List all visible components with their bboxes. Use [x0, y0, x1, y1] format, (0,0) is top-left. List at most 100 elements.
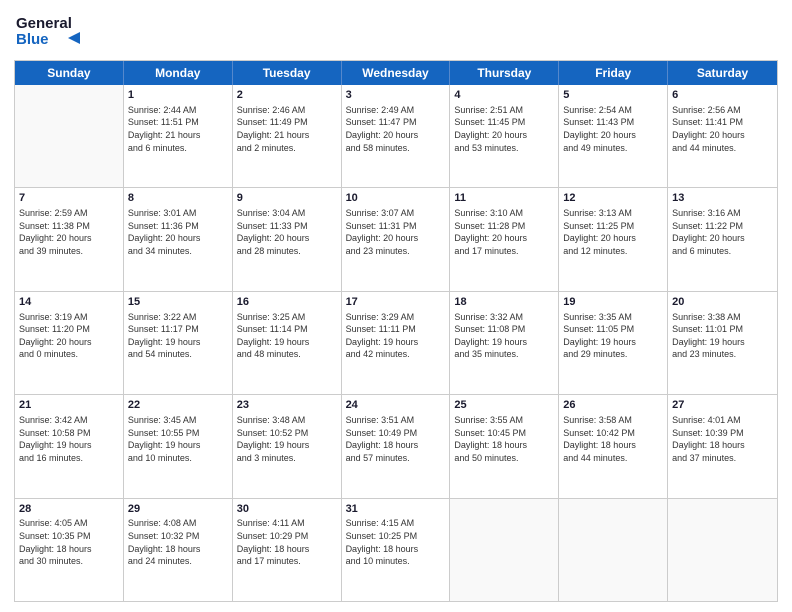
day-cell-20: 20Sunrise: 3:38 AM Sunset: 11:01 PM Dayl… [668, 292, 777, 394]
day-info: Sunrise: 3:16 AM Sunset: 11:22 PM Daylig… [672, 207, 773, 257]
day-number: 30 [237, 502, 337, 517]
day-cell-29: 29Sunrise: 4:08 AM Sunset: 10:32 PM Dayl… [124, 499, 233, 601]
day-cell-28: 28Sunrise: 4:05 AM Sunset: 10:35 PM Dayl… [15, 499, 124, 601]
day-cell-8: 8Sunrise: 3:01 AM Sunset: 11:36 PM Dayli… [124, 188, 233, 290]
day-number: 6 [672, 88, 773, 103]
day-info: Sunrise: 3:07 AM Sunset: 11:31 PM Daylig… [346, 207, 446, 257]
day-number: 7 [19, 191, 119, 206]
day-info: Sunrise: 2:54 AM Sunset: 11:43 PM Daylig… [563, 104, 663, 154]
day-number: 26 [563, 398, 663, 413]
header-day-monday: Monday [124, 61, 233, 85]
day-info: Sunrise: 3:38 AM Sunset: 11:01 PM Daylig… [672, 311, 773, 361]
day-number: 17 [346, 295, 446, 310]
day-number: 21 [19, 398, 119, 413]
empty-cell-4-4 [450, 499, 559, 601]
day-number: 14 [19, 295, 119, 310]
day-info: Sunrise: 3:48 AM Sunset: 10:52 PM Daylig… [237, 414, 337, 464]
day-info: Sunrise: 3:51 AM Sunset: 10:49 PM Daylig… [346, 414, 446, 464]
svg-text:General: General [16, 15, 72, 32]
day-cell-21: 21Sunrise: 3:42 AM Sunset: 10:58 PM Dayl… [15, 395, 124, 497]
day-number: 24 [346, 398, 446, 413]
day-cell-9: 9Sunrise: 3:04 AM Sunset: 11:33 PM Dayli… [233, 188, 342, 290]
calendar: SundayMondayTuesdayWednesdayThursdayFrid… [14, 60, 778, 602]
day-cell-27: 27Sunrise: 4:01 AM Sunset: 10:39 PM Dayl… [668, 395, 777, 497]
svg-text:Blue: Blue [16, 31, 49, 48]
day-cell-10: 10Sunrise: 3:07 AM Sunset: 11:31 PM Dayl… [342, 188, 451, 290]
day-number: 9 [237, 191, 337, 206]
calendar-body: 1Sunrise: 2:44 AM Sunset: 11:51 PM Dayli… [15, 85, 777, 601]
empty-cell-4-5 [559, 499, 668, 601]
day-info: Sunrise: 3:29 AM Sunset: 11:11 PM Daylig… [346, 311, 446, 361]
day-number: 5 [563, 88, 663, 103]
page: General Blue SundayMondayTuesdayWednesda… [0, 0, 792, 612]
day-info: Sunrise: 3:01 AM Sunset: 11:36 PM Daylig… [128, 207, 228, 257]
header-day-friday: Friday [559, 61, 668, 85]
day-cell-18: 18Sunrise: 3:32 AM Sunset: 11:08 PM Dayl… [450, 292, 559, 394]
day-info: Sunrise: 4:05 AM Sunset: 10:35 PM Daylig… [19, 517, 119, 567]
day-cell-1: 1Sunrise: 2:44 AM Sunset: 11:51 PM Dayli… [124, 85, 233, 187]
day-number: 4 [454, 88, 554, 103]
day-number: 19 [563, 295, 663, 310]
header-day-tuesday: Tuesday [233, 61, 342, 85]
day-info: Sunrise: 2:44 AM Sunset: 11:51 PM Daylig… [128, 104, 228, 154]
header-day-sunday: Sunday [15, 61, 124, 85]
day-info: Sunrise: 2:59 AM Sunset: 11:38 PM Daylig… [19, 207, 119, 257]
day-info: Sunrise: 3:42 AM Sunset: 10:58 PM Daylig… [19, 414, 119, 464]
calendar-row-0: 1Sunrise: 2:44 AM Sunset: 11:51 PM Dayli… [15, 85, 777, 188]
day-info: Sunrise: 3:25 AM Sunset: 11:14 PM Daylig… [237, 311, 337, 361]
day-info: Sunrise: 3:22 AM Sunset: 11:17 PM Daylig… [128, 311, 228, 361]
logo-svg: General Blue [14, 10, 94, 54]
day-cell-25: 25Sunrise: 3:55 AM Sunset: 10:45 PM Dayl… [450, 395, 559, 497]
day-number: 27 [672, 398, 773, 413]
day-cell-24: 24Sunrise: 3:51 AM Sunset: 10:49 PM Dayl… [342, 395, 451, 497]
day-number: 12 [563, 191, 663, 206]
calendar-row-3: 21Sunrise: 3:42 AM Sunset: 10:58 PM Dayl… [15, 395, 777, 498]
day-cell-13: 13Sunrise: 3:16 AM Sunset: 11:22 PM Dayl… [668, 188, 777, 290]
day-info: Sunrise: 4:08 AM Sunset: 10:32 PM Daylig… [128, 517, 228, 567]
day-number: 29 [128, 502, 228, 517]
day-info: Sunrise: 3:45 AM Sunset: 10:55 PM Daylig… [128, 414, 228, 464]
day-cell-7: 7Sunrise: 2:59 AM Sunset: 11:38 PM Dayli… [15, 188, 124, 290]
header: General Blue [14, 10, 778, 54]
empty-cell-0-0 [15, 85, 124, 187]
day-number: 2 [237, 88, 337, 103]
day-number: 11 [454, 191, 554, 206]
day-info: Sunrise: 3:32 AM Sunset: 11:08 PM Daylig… [454, 311, 554, 361]
calendar-row-2: 14Sunrise: 3:19 AM Sunset: 11:20 PM Dayl… [15, 292, 777, 395]
day-cell-15: 15Sunrise: 3:22 AM Sunset: 11:17 PM Dayl… [124, 292, 233, 394]
day-number: 31 [346, 502, 446, 517]
header-day-saturday: Saturday [668, 61, 777, 85]
day-info: Sunrise: 2:56 AM Sunset: 11:41 PM Daylig… [672, 104, 773, 154]
day-cell-22: 22Sunrise: 3:45 AM Sunset: 10:55 PM Dayl… [124, 395, 233, 497]
day-info: Sunrise: 2:51 AM Sunset: 11:45 PM Daylig… [454, 104, 554, 154]
day-info: Sunrise: 3:10 AM Sunset: 11:28 PM Daylig… [454, 207, 554, 257]
day-info: Sunrise: 3:13 AM Sunset: 11:25 PM Daylig… [563, 207, 663, 257]
day-info: Sunrise: 3:04 AM Sunset: 11:33 PM Daylig… [237, 207, 337, 257]
calendar-header: SundayMondayTuesdayWednesdayThursdayFrid… [15, 61, 777, 85]
day-number: 1 [128, 88, 228, 103]
day-number: 13 [672, 191, 773, 206]
calendar-row-4: 28Sunrise: 4:05 AM Sunset: 10:35 PM Dayl… [15, 499, 777, 601]
day-info: Sunrise: 3:35 AM Sunset: 11:05 PM Daylig… [563, 311, 663, 361]
day-number: 20 [672, 295, 773, 310]
day-cell-26: 26Sunrise: 3:58 AM Sunset: 10:42 PM Dayl… [559, 395, 668, 497]
day-info: Sunrise: 4:11 AM Sunset: 10:29 PM Daylig… [237, 517, 337, 567]
day-cell-2: 2Sunrise: 2:46 AM Sunset: 11:49 PM Dayli… [233, 85, 342, 187]
day-number: 10 [346, 191, 446, 206]
logo: General Blue [14, 10, 94, 54]
day-number: 16 [237, 295, 337, 310]
header-day-thursday: Thursday [450, 61, 559, 85]
day-info: Sunrise: 3:55 AM Sunset: 10:45 PM Daylig… [454, 414, 554, 464]
day-info: Sunrise: 2:46 AM Sunset: 11:49 PM Daylig… [237, 104, 337, 154]
day-cell-19: 19Sunrise: 3:35 AM Sunset: 11:05 PM Dayl… [559, 292, 668, 394]
day-info: Sunrise: 4:15 AM Sunset: 10:25 PM Daylig… [346, 517, 446, 567]
day-info: Sunrise: 3:58 AM Sunset: 10:42 PM Daylig… [563, 414, 663, 464]
empty-cell-4-6 [668, 499, 777, 601]
day-number: 22 [128, 398, 228, 413]
day-cell-16: 16Sunrise: 3:25 AM Sunset: 11:14 PM Dayl… [233, 292, 342, 394]
day-number: 3 [346, 88, 446, 103]
day-cell-31: 31Sunrise: 4:15 AM Sunset: 10:25 PM Dayl… [342, 499, 451, 601]
day-cell-3: 3Sunrise: 2:49 AM Sunset: 11:47 PM Dayli… [342, 85, 451, 187]
day-number: 28 [19, 502, 119, 517]
header-day-wednesday: Wednesday [342, 61, 451, 85]
